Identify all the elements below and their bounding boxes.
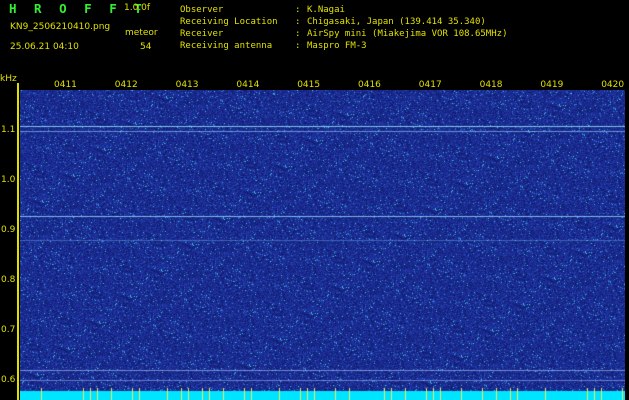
- time-tick-0418: 0418: [479, 80, 503, 90]
- time-tick-0412: 0412: [114, 80, 138, 90]
- time-tick-0411: 0411: [54, 80, 77, 90]
- station-info: Observer: K.Nagai Receiving Location: Chig…: [180, 4, 507, 52]
- time-tick-0414: 0414: [236, 80, 260, 90]
- freq-tick-0_8: 0.8: [1, 275, 16, 285]
- time-tick-0420: 0420: [601, 80, 625, 90]
- info-row-location: Receiving Location: Chigasaki, Japan (139…: [180, 17, 486, 27]
- info-row-observer: Observer: K.Nagai: [180, 5, 345, 15]
- time-tick-0416: 0416: [358, 80, 381, 90]
- time-tick-0413: 0413: [175, 80, 199, 90]
- freq-unit-label: kHz: [0, 74, 17, 84]
- waterfall-spectrogram: [20, 90, 625, 400]
- info-row-receiver: Receiver: AirSpy mini (Miakejima VOR 108.…: [180, 29, 508, 39]
- meteor-count: 54: [140, 42, 152, 52]
- filename-label: KN9_2506210410.png: [10, 22, 111, 32]
- meteor-label: meteor: [125, 28, 158, 38]
- version-label: 1.0.0f: [124, 3, 151, 13]
- freq-tick-0_7: 0.7: [1, 325, 16, 335]
- freq-tick-0_9: 0.9: [1, 225, 16, 235]
- info-row-antenna: Receiving antenna: Maspro FM-3: [180, 41, 367, 51]
- header-panel: H R O F F T 1.0.0f KN9_2506210410.png me…: [0, 0, 629, 84]
- time-tick-0419: 0419: [540, 80, 564, 90]
- time-tick-0417: 0417: [418, 80, 442, 90]
- freq-tick-1_0: 1.0: [1, 175, 16, 185]
- y-axis-line: [17, 83, 19, 400]
- freq-tick-0_6: 0.6: [1, 375, 16, 385]
- datetime-label: 25.06.21 04:10: [10, 42, 79, 52]
- freq-tick-1_1: 1.1: [1, 125, 16, 135]
- time-tick-0415: 0415: [297, 80, 321, 90]
